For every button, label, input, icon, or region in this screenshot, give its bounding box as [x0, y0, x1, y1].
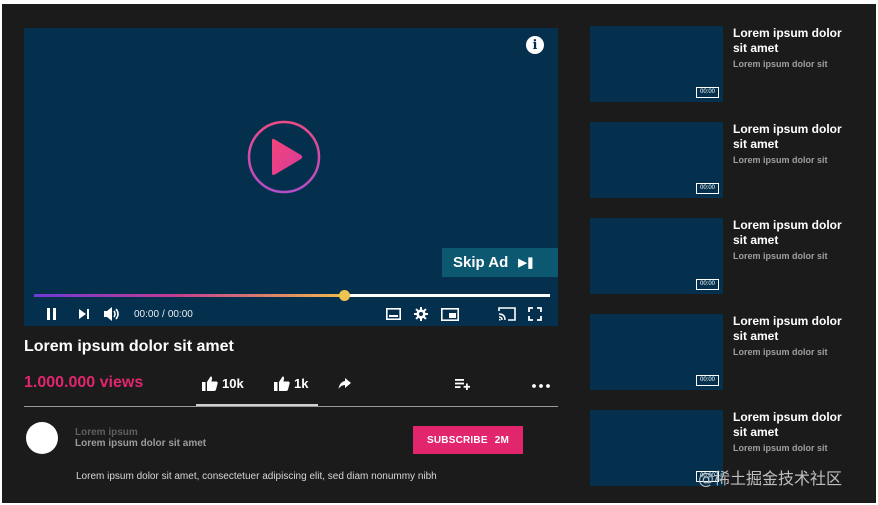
- video-description: Lorem ipsum dolor sit amet, consectetuer…: [76, 471, 437, 482]
- duration-badge: 00:00: [695, 87, 719, 98]
- dislike-count: 1k: [294, 376, 309, 391]
- video-title: Lorem ipsum dolor sit amet: [24, 338, 234, 355]
- next-icon[interactable]: [78, 304, 90, 324]
- progress-bar[interactable]: [34, 290, 550, 301]
- volume-icon[interactable]: [104, 304, 121, 324]
- subscribe-button[interactable]: SUBSCRIBE 2M: [413, 426, 523, 454]
- recommended-channel: Lorem ipsum dolor sit: [733, 347, 828, 357]
- video-thumbnail[interactable]: 00:00: [590, 218, 723, 294]
- play-icon[interactable]: [246, 119, 322, 195]
- dislike-button[interactable]: 1k: [274, 376, 308, 391]
- pause-icon[interactable]: [46, 304, 58, 324]
- current-time: 00:00: [134, 308, 160, 320]
- duration-badge: 00:00: [695, 279, 719, 290]
- subscribe-label: SUBSCRIBE: [427, 434, 488, 446]
- divider: [24, 406, 558, 407]
- captions-icon[interactable]: [386, 304, 401, 324]
- recommended-video[interactable]: 00:00 Lorem ipsum dolor sit amet Lorem ips…: [590, 26, 860, 102]
- cast-icon[interactable]: [498, 304, 516, 324]
- skip-ad-label: Skip Ad: [453, 254, 509, 271]
- progress-scrubber[interactable]: [338, 290, 350, 301]
- subscriber-count: 2M: [494, 434, 509, 446]
- video-player[interactable]: i Skip Ad ▶❚ 00:00 / 00:00: [24, 28, 558, 326]
- like-button[interactable]: 10k: [202, 376, 244, 391]
- recommended-video[interactable]: 00:00 Lorem ipsum dolor sit amet Lorem ips…: [590, 122, 860, 198]
- recommended-title[interactable]: Lorem ipsum dolor sit amet: [733, 122, 857, 152]
- recommended-channel: Lorem ipsum dolor sit: [733, 251, 828, 261]
- recommended-title[interactable]: Lorem ipsum dolor sit amet: [733, 314, 857, 344]
- player-controls: 00:00 / 00:00: [24, 304, 558, 324]
- fullscreen-icon[interactable]: [528, 304, 542, 324]
- video-thumbnail[interactable]: 00:00: [590, 122, 723, 198]
- progress-fill: [34, 294, 344, 297]
- duration-badge: 00:00: [695, 375, 719, 386]
- channel-subtitle: Lorem ipsum dolor sit amet: [75, 438, 207, 449]
- view-count: 1.000.000 views: [24, 374, 144, 391]
- miniplayer-icon[interactable]: [441, 304, 459, 324]
- video-thumbnail[interactable]: 00:00: [590, 314, 723, 390]
- channel-name[interactable]: Lorem ipsum: [75, 427, 138, 438]
- recommended-channel: Lorem ipsum dolor sit: [733, 443, 828, 453]
- thumbs-up-icon: [202, 376, 218, 391]
- more-icon: [532, 384, 550, 388]
- duration-badge: 00:00: [695, 183, 719, 194]
- recommended-title[interactable]: Lorem ipsum dolor sit amet: [733, 218, 857, 248]
- time-display: 00:00 / 00:00: [134, 304, 193, 324]
- time-separator: /: [162, 308, 165, 320]
- video-thumbnail[interactable]: 00:00: [590, 26, 723, 102]
- share-button[interactable]: [338, 378, 355, 389]
- recommended-video[interactable]: 00:00 Lorem ipsum dolor sit amet Lorem ips…: [590, 218, 860, 294]
- share-icon: [338, 378, 351, 389]
- recommended-title[interactable]: Lorem ipsum dolor sit amet: [733, 26, 857, 56]
- recommended-channel: Lorem ipsum dolor sit: [733, 59, 828, 69]
- skip-next-icon: ▶❚: [518, 257, 535, 269]
- watermark: @稀土掘金技术社区: [698, 469, 843, 488]
- total-time: 00:00: [167, 308, 193, 320]
- settings-icon[interactable]: [414, 304, 428, 324]
- skip-ad-button[interactable]: Skip Ad ▶❚: [442, 248, 558, 277]
- add-to-playlist-icon: [455, 379, 470, 390]
- app-frame: i Skip Ad ▶❚ 00:00 / 00:00 Lorem ipsum d…: [2, 4, 876, 503]
- like-count: 10k: [222, 376, 244, 391]
- thumbs-up-icon: [274, 376, 290, 391]
- recommended-channel: Lorem ipsum dolor sit: [733, 155, 828, 165]
- channel-avatar[interactable]: [26, 422, 58, 454]
- recommended-title[interactable]: Lorem ipsum dolor sit amet: [733, 410, 857, 440]
- recommended-video[interactable]: 00:00 Lorem ipsum dolor sit amet Lorem ips…: [590, 314, 860, 390]
- add-to-playlist-button[interactable]: [455, 379, 474, 390]
- more-button[interactable]: [532, 384, 554, 388]
- info-icon[interactable]: i: [526, 36, 544, 54]
